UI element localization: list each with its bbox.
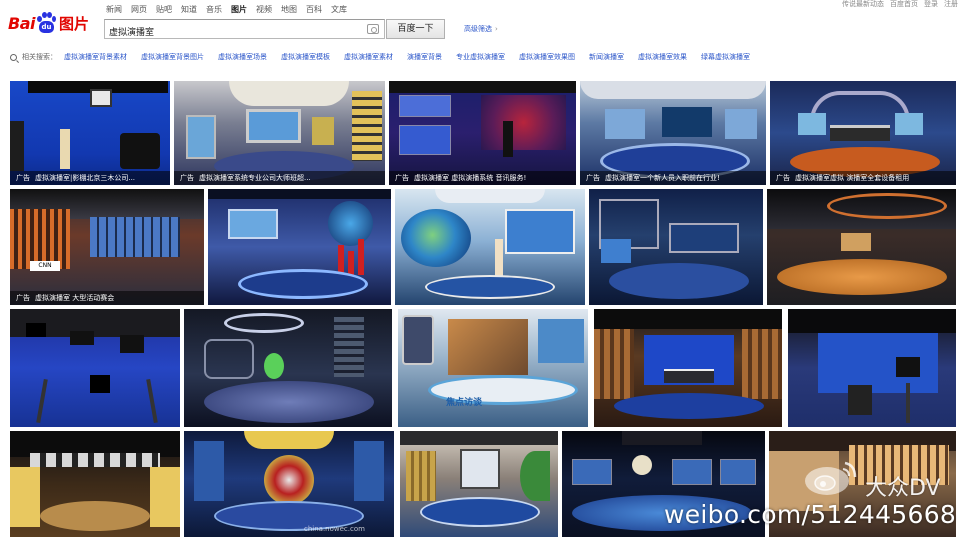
ad-caption-4[interactable]: 广告 虚拟演播室一个新人员入职前在行业! (580, 171, 766, 185)
top-link-2[interactable]: 登录 (924, 0, 938, 8)
ad-caption-text: 虚拟演播室系统专业公司大师班超... (199, 174, 311, 182)
related-search-link-7[interactable]: 虚拟演播室效果图 (519, 52, 575, 62)
nav-link-9[interactable]: 文库 (331, 4, 347, 16)
top-link-0[interactable]: 传说最新动态 (842, 0, 884, 8)
paw-icon: du (36, 12, 56, 34)
nav-link-0[interactable]: 新闻 (106, 4, 122, 16)
result-image-1[interactable] (10, 81, 170, 185)
search-input[interactable] (105, 22, 360, 41)
result-image-7[interactable] (208, 189, 391, 305)
related-label: 相关搜索： (22, 53, 57, 61)
ad-caption-3[interactable]: 广告 虚拟演播室 虚拟演播系统 音讯服务! (389, 171, 576, 185)
ad-badge: 广告 (180, 174, 194, 182)
result-image-4[interactable] (580, 81, 766, 185)
related-search-link-6[interactable]: 专业虚拟演播室 (456, 52, 505, 62)
search-button[interactable]: 百度一下 (386, 19, 445, 39)
advanced-filter-link[interactable]: 高级筛选 › (464, 24, 498, 34)
related-search-link-5[interactable]: 演播室背景 (407, 52, 442, 62)
watermark-url: weibo.com/512445668 (664, 500, 957, 529)
ad-caption-text: 虚拟演播室虚拟 演播室全套设备租用 (795, 174, 910, 182)
nav-link-7[interactable]: 地图 (281, 4, 297, 16)
ad-badge: 广告 (395, 174, 409, 182)
ad-badge: 广告 (16, 174, 30, 182)
ad-caption-text: 虚拟演播室|影棚北京三木公司... (35, 174, 136, 182)
result-image-10[interactable] (767, 189, 956, 305)
search-icon (10, 53, 17, 61)
top-links: 传说最新动态 百度首页 登录 注册 (842, 0, 958, 8)
tile-label-jiaodian: 焦点访谈 (446, 398, 483, 408)
nav-link-3[interactable]: 知道 (181, 4, 197, 16)
search-box[interactable] (104, 19, 385, 41)
result-image-18[interactable] (400, 431, 558, 537)
ad-caption-1[interactable]: 广告 虚拟演播室|影棚北京三木公司... (10, 171, 170, 185)
nav-link-5[interactable]: 图片 (231, 4, 247, 16)
related-search-link-2[interactable]: 虚拟演播室场景 (218, 52, 267, 62)
result-image-8[interactable] (395, 189, 585, 305)
ad-badge: 广告 (776, 174, 790, 182)
result-image-15[interactable] (788, 309, 956, 427)
related-search-link-8[interactable]: 新闻演播室 (589, 52, 624, 62)
related-search-link-1[interactable]: 虚拟演播室背景图片 (141, 52, 204, 62)
related-search-link-10[interactable]: 绿幕虚拟演播室 (701, 52, 750, 62)
result-image-9[interactable] (589, 189, 763, 305)
ad-caption-text: 虚拟演播室 虚拟演播系统 音讯服务! (414, 174, 527, 182)
result-image-2[interactable] (174, 81, 385, 185)
tile-label-cnn: CNN (30, 261, 60, 271)
related-searches: 相关搜索： 虚拟演播室背景素材 虚拟演播室背景图片 虚拟演播室场景 虚拟演播室模板 虚拟… (10, 50, 764, 64)
watermark-brand: 大众DV (865, 476, 941, 501)
result-image-3[interactable] (389, 81, 576, 185)
related-search-link-3[interactable]: 虚拟演播室模板 (281, 52, 330, 62)
ad-badge: 广告 (586, 174, 600, 182)
ad-caption-5[interactable]: 广告 虚拟演播室虚拟 演播室全套设备租用 (770, 171, 956, 185)
ad-caption-text: 虚拟演播室一个新人员入职前在行业! (605, 174, 720, 182)
logo-text: Bai (8, 13, 35, 33)
nav-link-6[interactable]: 视频 (256, 4, 272, 16)
result-image-17[interactable]: china.nowec.com (184, 431, 394, 537)
camera-icon[interactable] (367, 24, 379, 34)
result-image-14[interactable] (594, 309, 782, 427)
nav-link-2[interactable]: 贴吧 (156, 4, 172, 16)
nav-link-1[interactable]: 网页 (131, 4, 147, 16)
nav-link-8[interactable]: 百科 (306, 4, 322, 16)
related-search-link-9[interactable]: 虚拟演播室效果 (638, 52, 687, 62)
tile-watermark: china.nowec.com (304, 525, 365, 533)
related-search-link-0[interactable]: 虚拟演播室背景素材 (64, 52, 127, 62)
result-image-6[interactable]: CNN (10, 189, 204, 305)
top-nav: 新闻 网页 贴吧 知道 音乐 图片 视频 地图 百科 文库 (106, 4, 356, 16)
top-link-3[interactable]: 注册 (944, 0, 958, 8)
result-image-13[interactable]: 焦点访谈 (398, 309, 588, 427)
nav-link-4[interactable]: 音乐 (206, 4, 222, 16)
top-link-1[interactable]: 百度首页 (890, 0, 918, 8)
baidu-logo[interactable]: Bai du 图片 (8, 10, 100, 36)
result-image-5[interactable] (770, 81, 956, 185)
ad-caption-text: 虚拟演播室 大型活动赛会 (35, 294, 115, 302)
ad-badge: 广告 (16, 294, 30, 302)
ad-caption-2[interactable]: 广告 虚拟演播室系统专业公司大师班超... (174, 171, 385, 185)
result-image-16[interactable] (10, 431, 180, 537)
advanced-filter-label: 高级筛选 (464, 25, 492, 33)
result-image-11[interactable] (10, 309, 180, 427)
weibo-logo-icon (805, 461, 857, 495)
logo-images-text: 图片 (58, 14, 89, 33)
paw-text: du (38, 21, 54, 33)
related-search-link-4[interactable]: 虚拟演播室素材 (344, 52, 393, 62)
chevron-right-icon: › (495, 25, 498, 33)
result-image-12[interactable] (184, 309, 392, 427)
ad-caption-6[interactable]: 广告 虚拟演播室 大型活动赛会 (10, 291, 204, 305)
